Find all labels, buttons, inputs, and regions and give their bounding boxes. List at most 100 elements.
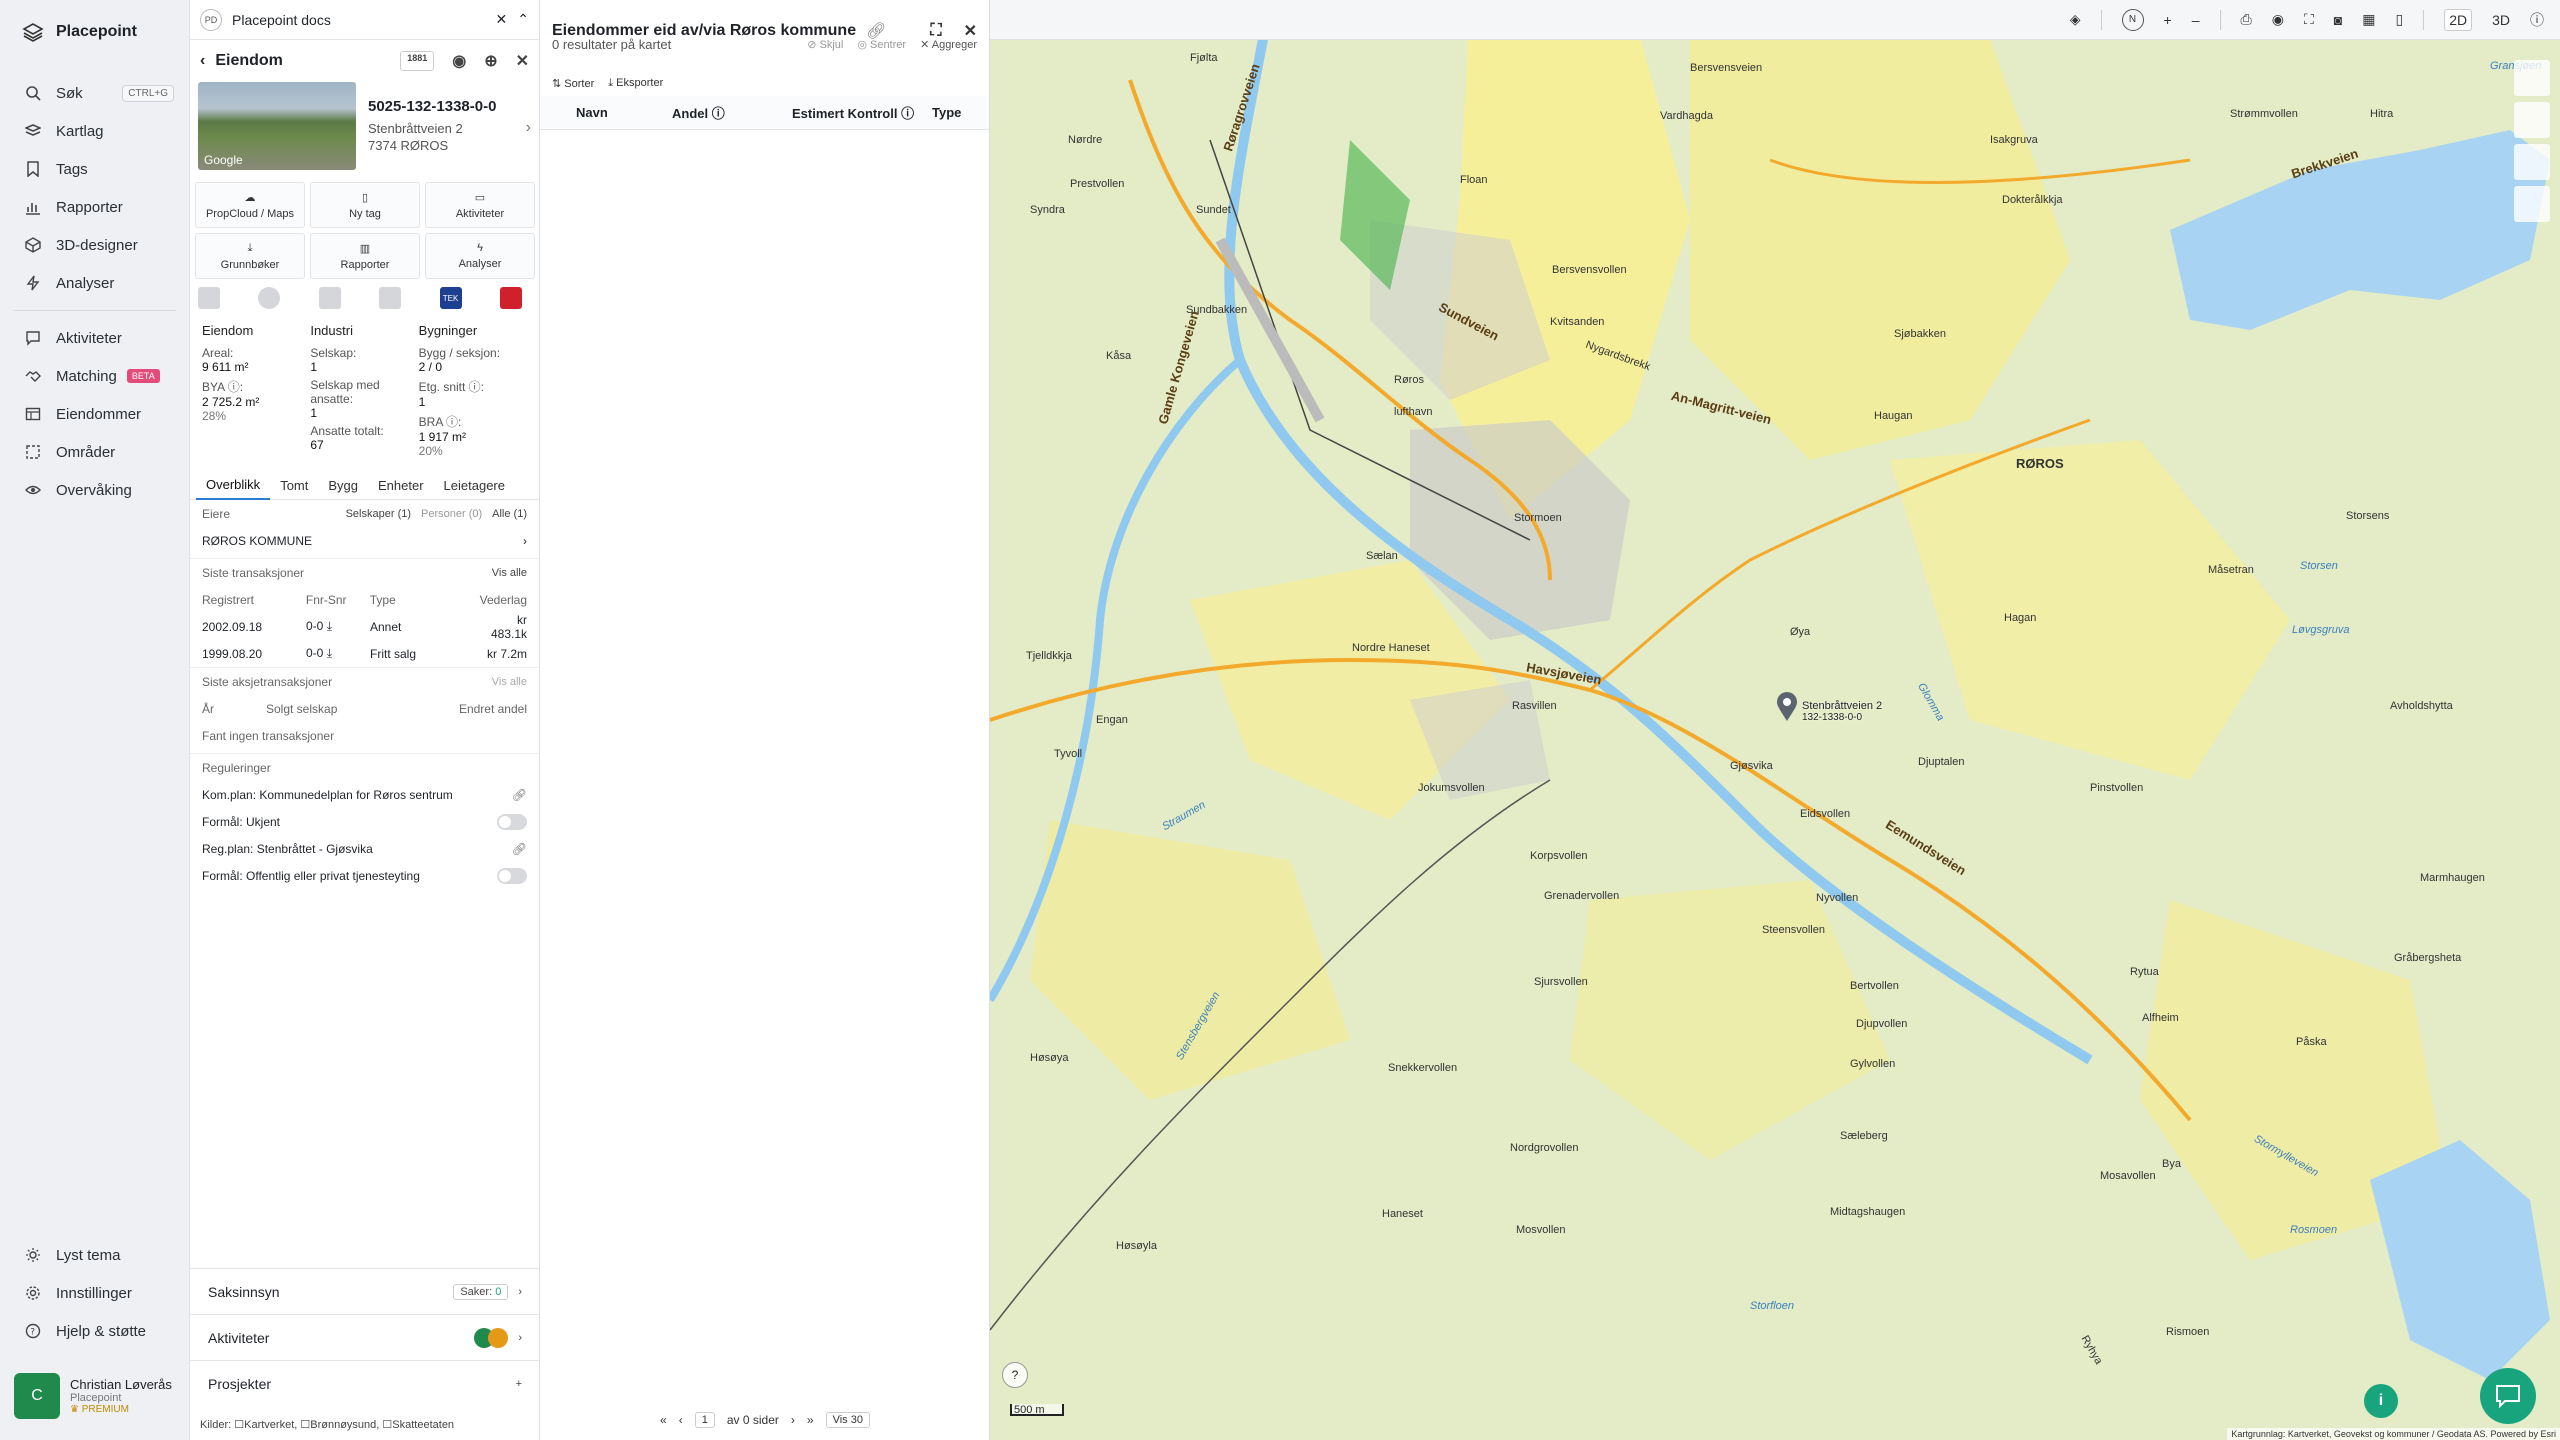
regulation-toggle[interactable]	[497, 867, 527, 884]
property-summary[interactable]: Google 5025-132-1338-0-0 Stenbråttveien …	[190, 82, 539, 174]
tab-tomt[interactable]: Tomt	[270, 472, 318, 499]
sidebar-item-eiendommer[interactable]: Eiendommer	[0, 395, 190, 433]
print-icon[interactable]: ⎙	[2241, 11, 2252, 28]
last-page-icon[interactable]: »	[807, 1413, 814, 1427]
close-icon[interactable]: ✕	[496, 11, 508, 28]
link-icon[interactable]: 🔗︎	[512, 788, 527, 802]
factory-icon[interactable]	[318, 287, 341, 309]
prev-page-icon[interactable]: ‹	[679, 1413, 683, 1427]
grid-icon[interactable]: ▦	[2362, 11, 2375, 28]
saksinnsyn-accordion[interactable]: Saksinnsyn Saker: 0 ›	[190, 1268, 540, 1314]
user-profile[interactable]: C Christian Løverås Placepoint ♛ PREMIUM	[14, 1370, 180, 1422]
reports-button[interactable]: ▥ Rapporter	[310, 233, 420, 279]
per-page-select[interactable]: Vis 30	[825, 1412, 870, 1428]
fullscreen-icon[interactable]: ⛶	[2304, 11, 2314, 28]
sidebar-item-aktiviteter[interactable]: Aktiviteter	[0, 319, 190, 357]
docs-title[interactable]: Placepoint docs	[232, 12, 331, 28]
plus-icon[interactable]: +	[516, 1378, 522, 1390]
tab-overblikk[interactable]: Overblikk	[196, 471, 271, 500]
eye-icon[interactable]: ◉	[452, 51, 466, 71]
activities-button[interactable]: ▭ Aktiviteter	[425, 182, 535, 228]
owner-row[interactable]: RØROS KOMMUNE ›	[202, 527, 527, 554]
info-icon[interactable]: ⓘ	[2530, 10, 2544, 30]
sort-button[interactable]: ⇅ Sorter	[552, 77, 594, 90]
layer-style-button[interactable]	[2514, 60, 2550, 96]
link-icon[interactable]: 🔗︎	[512, 842, 527, 856]
analyses-button[interactable]: ϟ Analyser	[425, 233, 535, 279]
sidebar-item-rapporter[interactable]: Rapporter	[0, 188, 190, 226]
property-marker[interactable]: Stenbråttveien 2 132-1338-0-0	[1776, 692, 1882, 727]
column-header[interactable]: Type	[932, 105, 961, 120]
camera-icon[interactable]: ◙	[2334, 12, 2342, 28]
first-page-icon[interactable]: «	[660, 1413, 667, 1427]
layers-toggle-icon[interactable]: ◈	[2070, 11, 2081, 28]
tek-icon[interactable]: TEK	[439, 287, 462, 309]
regulation-item[interactable]: Kom.plan: Kommunedelplan for Røros sentr…	[202, 781, 527, 808]
view-all-transactions[interactable]: Vis alle	[492, 567, 527, 579]
regulation-item[interactable]: Reg.plan: Stenbråttet - Gjøsvika 🔗︎	[202, 835, 527, 862]
regulation-toggle[interactable]	[497, 813, 527, 830]
chevron-right-icon[interactable]: ›	[526, 82, 531, 174]
add-icon[interactable]: ⊕	[484, 51, 497, 71]
grunnboker-button[interactable]: ⤓ Grunnbøker	[195, 233, 305, 279]
compass-button[interactable]: N	[2121, 8, 2144, 31]
map-view[interactable]: Gransjøen Fjølta Røragrovveien Bersvensv…	[990, 0, 2560, 1440]
tab-leietagere[interactable]: Leietagere	[434, 472, 515, 499]
help-link[interactable]: ? Hjelp & støtte	[0, 1312, 190, 1350]
settings-link[interactable]: Innstillinger	[0, 1274, 190, 1312]
page-input[interactable]: 1	[694, 1412, 715, 1428]
sidebar-item-omrader[interactable]: Områder	[0, 433, 190, 471]
table-row[interactable]: 1999.08.20 0-0 ⤓ Fritt salg kr 7.2m	[202, 640, 527, 667]
propcloud-button[interactable]: ☁ PropCloud / Maps	[195, 182, 305, 228]
mode-3d-button[interactable]: 3D	[2492, 12, 2510, 28]
view-all-share-tx[interactable]: Vis alle	[492, 676, 527, 688]
energy-rating-icon[interactable]	[379, 287, 402, 309]
layer-stack-button[interactable]	[2514, 102, 2550, 138]
aktiviteter-accordion[interactable]: Aktiviteter ›	[190, 1314, 540, 1360]
source-link[interactable]: ☐Kartverket,	[234, 1419, 297, 1431]
download-icon[interactable]: ⤓	[327, 619, 332, 633]
bookmark-icon[interactable]: ▯	[2395, 11, 2403, 28]
sidebar-item-search[interactable]: Søk CTRL+G	[0, 74, 190, 112]
next-page-icon[interactable]: ›	[791, 1413, 795, 1427]
tab-enheter[interactable]: Enheter	[368, 472, 434, 499]
sidebar-item-matching[interactable]: Matching BETA	[0, 357, 190, 395]
streetview-thumbnail[interactable]: Google	[198, 82, 356, 170]
brand[interactable]: Placepoint	[22, 20, 137, 44]
zoom-in-button[interactable]: +	[2164, 12, 2172, 28]
prosjekter-accordion[interactable]: Prosjekter +	[190, 1360, 540, 1406]
new-tag-button[interactable]: ▯ Ny tag	[310, 182, 420, 228]
column-header[interactable]: Navn	[552, 105, 672, 120]
globe-icon[interactable]	[258, 287, 281, 309]
table-row[interactable]: 2002.09.18 0-0 ⤓ Annet kr 483.1k	[202, 613, 527, 641]
sidebar-item-kartlag[interactable]: Kartlag	[0, 112, 190, 150]
zoom-out-button[interactable]: –	[2192, 12, 2200, 28]
column-header[interactable]: Andel ⓘ	[672, 103, 792, 122]
close-icon[interactable]: ✕	[516, 51, 529, 71]
filter-companies[interactable]: Selskaper (1)	[346, 508, 411, 520]
expand-icon[interactable]: ⌃	[517, 11, 529, 28]
sidebar-item-overvaking[interactable]: Overvåking	[0, 471, 190, 509]
1881-button[interactable]: 1881	[400, 51, 435, 71]
info-button[interactable]: i	[2364, 1384, 2398, 1418]
chat-button[interactable]	[2480, 1368, 2536, 1424]
source-link[interactable]: ☐Skatteetaten	[382, 1419, 454, 1431]
building-register-icon[interactable]	[198, 287, 220, 309]
measure-button[interactable]	[2514, 186, 2550, 222]
export-button[interactable]: ⤓ Eksporter	[608, 77, 663, 90]
sidebar-item-3d-designer[interactable]: 3D-designer	[0, 226, 190, 264]
map-help-icon[interactable]: ?	[1002, 1362, 1028, 1388]
hide-button[interactable]: ⊘ Skjul	[807, 38, 843, 51]
chart-overlay-button[interactable]	[2514, 144, 2550, 180]
column-header[interactable]: Estimert Kontroll ⓘ	[792, 103, 932, 122]
filter-persons[interactable]: Personer (0)	[421, 508, 482, 520]
filter-all[interactable]: Alle (1)	[492, 508, 527, 520]
sidebar-item-tags[interactable]: Tags	[0, 150, 190, 188]
source-link[interactable]: ☐Brønnøysund,	[300, 1419, 379, 1431]
tab-bygg[interactable]: Bygg	[318, 472, 368, 499]
center-button[interactable]: ◎ Sentrer	[857, 38, 906, 51]
eye-icon[interactable]: ◉	[2272, 11, 2284, 28]
fire-house-icon[interactable]	[499, 287, 522, 309]
mode-2d-button[interactable]: 2D	[2444, 8, 2473, 31]
back-icon[interactable]: ‹	[200, 52, 205, 70]
